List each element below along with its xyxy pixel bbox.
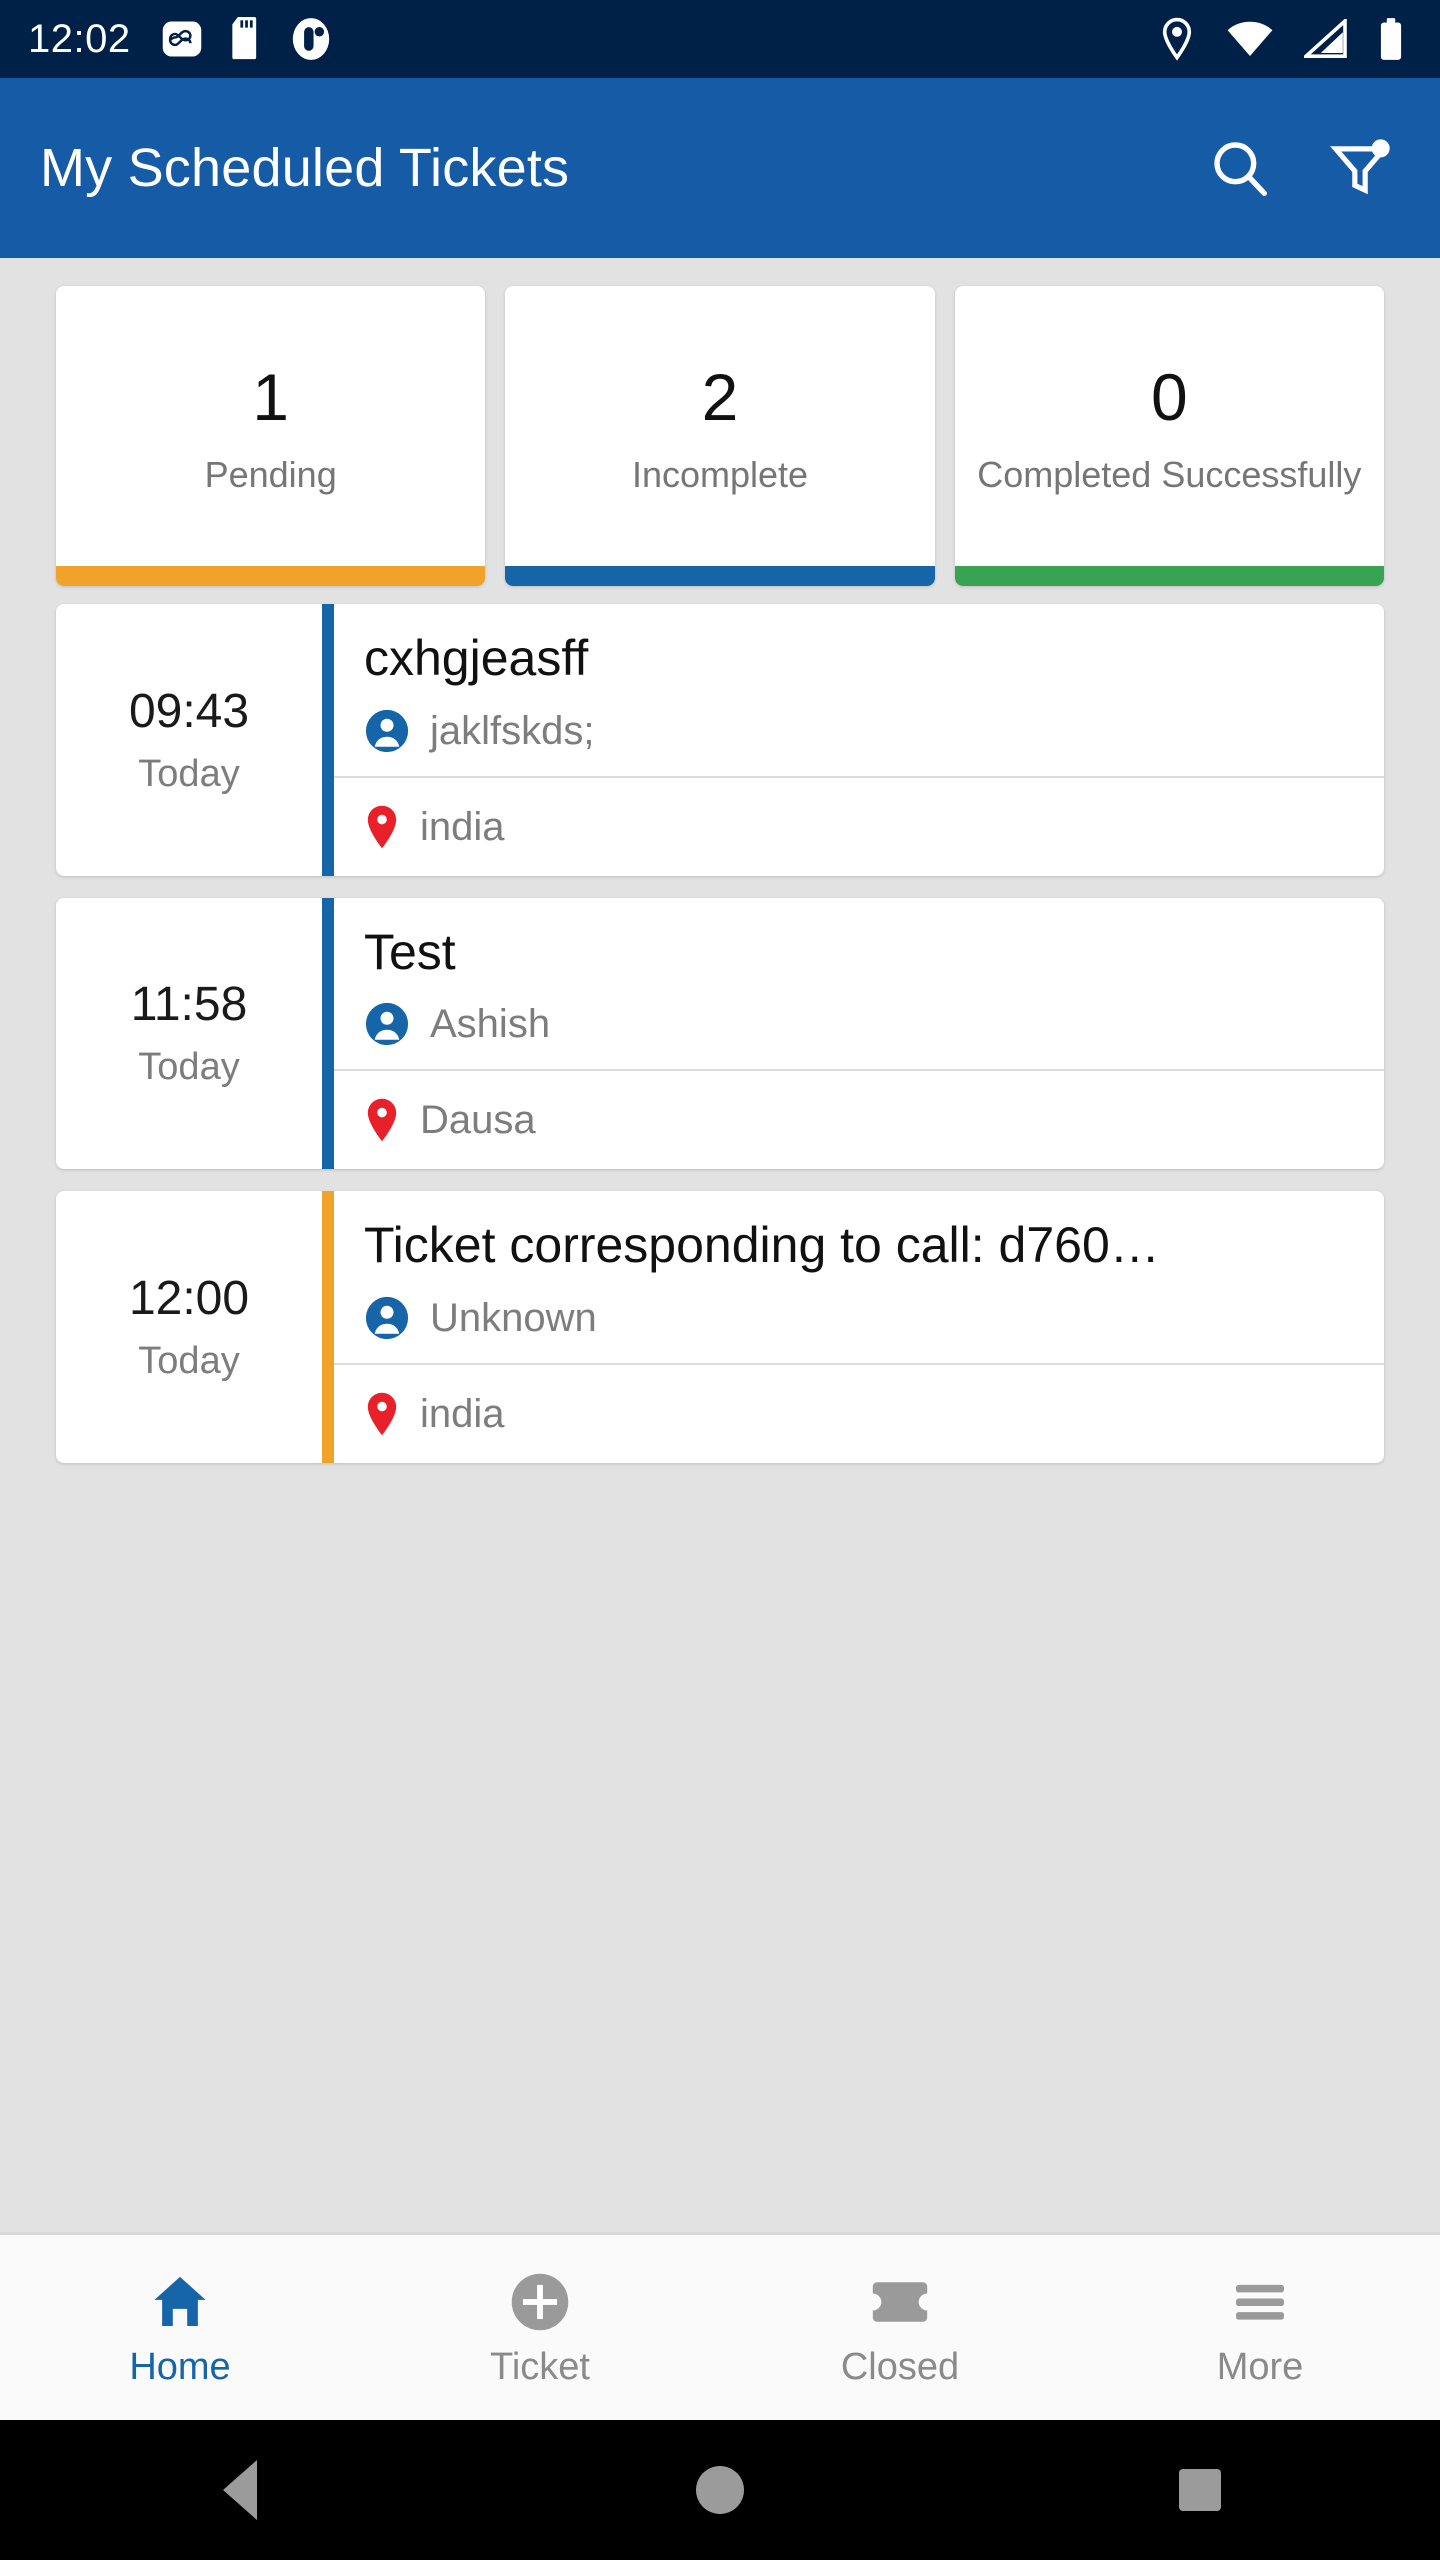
ticket-status-accent bbox=[322, 897, 334, 1169]
ticket-person: jaklfskds; bbox=[430, 708, 595, 753]
main-content: 1 Pending 2 Incomplete 0 Completed Succe… bbox=[0, 258, 1440, 2232]
filter-button[interactable] bbox=[1320, 128, 1400, 208]
app-badge-icon bbox=[292, 18, 329, 60]
person-icon bbox=[365, 1296, 409, 1339]
ticket-body: Test Ashish Dausa bbox=[334, 898, 1384, 1170]
phone-screen: 12:02 My Scheduled Tickets 1 Pending 2 I… bbox=[0, 0, 1440, 2560]
stat-label: Completed Successfully bbox=[977, 454, 1362, 495]
ticket-status-accent bbox=[322, 604, 334, 876]
location-pin-icon bbox=[367, 1098, 397, 1142]
android-system-nav bbox=[0, 2420, 1440, 2560]
stat-card-incomplete[interactable]: 2 Incomplete bbox=[505, 286, 935, 586]
stat-color-bar bbox=[56, 566, 486, 586]
plus-circle-icon bbox=[511, 2273, 569, 2330]
search-button[interactable] bbox=[1200, 128, 1280, 208]
bottom-navigation: Home Ticket Closed More bbox=[0, 2232, 1440, 2420]
nav-label: Ticket bbox=[490, 2345, 590, 2388]
home-circle-icon bbox=[696, 2466, 744, 2514]
location-pin-icon bbox=[367, 805, 397, 848]
stat-color-bar bbox=[954, 566, 1384, 586]
ticket-status-accent bbox=[322, 1191, 334, 1463]
stat-label: Incomplete bbox=[631, 454, 809, 495]
location-icon bbox=[1162, 17, 1192, 61]
ticket-body: Ticket corresponding to call: d760… Unkn… bbox=[334, 1191, 1384, 1463]
ticket-title: cxhgjeasff bbox=[364, 630, 589, 686]
status-bar-left-icons bbox=[161, 17, 331, 61]
ticket-person: Ashish bbox=[430, 1002, 551, 1046]
stat-label: Pending bbox=[204, 454, 337, 495]
person-icon bbox=[365, 709, 409, 752]
ticket-location: india bbox=[420, 804, 505, 849]
filter-icon bbox=[1330, 139, 1390, 195]
battery-icon bbox=[1380, 18, 1402, 60]
ticket-day: Today bbox=[138, 752, 240, 795]
ticket-person: Unknown bbox=[430, 1295, 597, 1340]
ticket-location: Dausa bbox=[420, 1098, 536, 1142]
android-home-button[interactable] bbox=[660, 2430, 780, 2550]
nav-label: Home bbox=[129, 2345, 231, 2388]
ticket-time-column: 12:00 Today bbox=[56, 1191, 322, 1463]
location-pin-icon bbox=[367, 1392, 397, 1435]
wifi-icon bbox=[1227, 21, 1273, 56]
ticket-day: Today bbox=[138, 1046, 240, 1089]
ticket-upper: Test Ashish bbox=[334, 898, 1384, 1070]
search-icon bbox=[1214, 142, 1267, 197]
stats-row: 1 Pending 2 Incomplete 0 Completed Succe… bbox=[0, 258, 1440, 586]
ticket-location-row: india bbox=[334, 778, 1384, 876]
stat-count: 1 bbox=[252, 360, 290, 434]
ticket-title: Test bbox=[364, 923, 456, 980]
status-bar: 12:02 bbox=[0, 0, 1440, 78]
stat-card-completed[interactable]: 0 Completed Successfully bbox=[954, 286, 1384, 586]
nav-item-ticket[interactable]: Ticket bbox=[360, 2270, 720, 2386]
nav-item-home[interactable]: Home bbox=[0, 2270, 360, 2386]
sd-card-icon bbox=[231, 17, 256, 60]
status-bar-right-icons bbox=[1158, 17, 1404, 61]
stat-count: 0 bbox=[1150, 360, 1188, 434]
stat-card-pending[interactable]: 1 Pending bbox=[56, 286, 486, 586]
ticket-icon bbox=[872, 2281, 928, 2322]
app-bar: My Scheduled Tickets bbox=[0, 78, 1440, 258]
ticket-location: india bbox=[420, 1391, 505, 1436]
cellular-signal-icon bbox=[1304, 19, 1347, 58]
nav-label: More bbox=[1216, 2345, 1304, 2388]
ticket-card[interactable]: 09:43 Today cxhgjeasff jaklfskds; india bbox=[56, 604, 1384, 876]
nav-label: Closed bbox=[840, 2345, 960, 2388]
home-icon bbox=[154, 2276, 206, 2326]
ticket-day: Today bbox=[138, 1339, 240, 1382]
page-title: My Scheduled Tickets bbox=[40, 138, 570, 198]
status-bar-clock: 12:02 bbox=[28, 17, 131, 61]
back-triangle-icon bbox=[223, 2460, 257, 2520]
ticket-location-row: india bbox=[334, 1365, 1384, 1463]
ticket-location-row: Dausa bbox=[334, 1071, 1384, 1169]
person-icon bbox=[365, 1002, 409, 1046]
ticket-list: 09:43 Today cxhgjeasff jaklfskds; india … bbox=[0, 586, 1440, 1463]
ticket-upper: cxhgjeasff jaklfskds; bbox=[334, 604, 1384, 776]
hamburger-icon bbox=[1236, 2284, 1284, 2320]
ticket-time: 12:00 bbox=[128, 1271, 250, 1325]
infinity-icon bbox=[162, 21, 201, 57]
app-bar-actions bbox=[1200, 128, 1400, 208]
ticket-body: cxhgjeasff jaklfskds; india bbox=[334, 604, 1384, 876]
stat-color-bar bbox=[505, 566, 935, 586]
nav-item-closed[interactable]: Closed bbox=[720, 2270, 1080, 2386]
ticket-person-row: Unknown bbox=[364, 1295, 1354, 1341]
nav-item-more[interactable]: More bbox=[1080, 2270, 1440, 2386]
ticket-time-column: 09:43 Today bbox=[56, 604, 322, 876]
ticket-title: Ticket corresponding to call: d760… bbox=[364, 1217, 1160, 1273]
ticket-card[interactable]: 11:58 Today Test Ashish Dausa bbox=[56, 897, 1384, 1170]
stat-count: 2 bbox=[701, 360, 739, 434]
android-back-button[interactable] bbox=[180, 2430, 300, 2550]
android-recents-button[interactable] bbox=[1140, 2430, 1260, 2550]
ticket-card[interactable]: 12:00 Today Ticket corresponding to call… bbox=[56, 1191, 1384, 1463]
ticket-person-row: jaklfskds; bbox=[364, 708, 1354, 754]
ticket-time: 11:58 bbox=[130, 978, 248, 1032]
ticket-upper: Ticket corresponding to call: d760… Unkn… bbox=[334, 1191, 1384, 1363]
ticket-time-column: 11:58 Today bbox=[56, 898, 322, 1170]
ticket-person-row: Ashish bbox=[364, 1001, 1354, 1047]
ticket-time: 09:43 bbox=[128, 684, 250, 738]
recents-square-icon bbox=[1179, 2469, 1221, 2511]
